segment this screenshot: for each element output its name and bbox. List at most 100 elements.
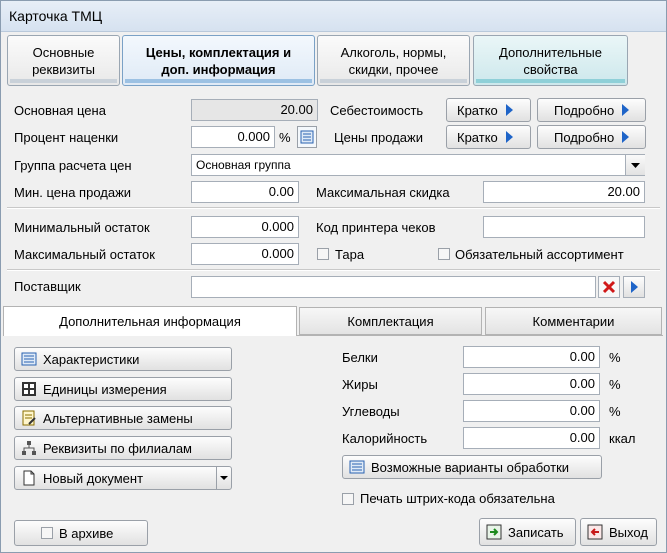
tab-label-line1: Цены, комплектация и [145, 44, 292, 60]
price-group-select[interactable]: Основная группа [191, 154, 645, 176]
document-edit-icon [22, 410, 36, 426]
hierarchy-icon [22, 441, 36, 455]
arrow-right-icon [622, 104, 630, 116]
nutrition-unit: % [609, 377, 621, 392]
cost-label: Себестоимость [330, 103, 424, 118]
list-icon [300, 130, 314, 144]
units-button[interactable]: Единицы измерения [14, 377, 232, 401]
printer-code-field[interactable] [483, 216, 645, 238]
tab-prices[interactable]: Цены, комплектация и доп. информация [122, 35, 315, 86]
button-label: Единицы измерения [43, 381, 167, 397]
min-stock-label: Минимальный остаток [14, 220, 150, 235]
tab-bundling[interactable]: Комплектация [299, 307, 482, 335]
markup-field[interactable]: 0.000 [191, 126, 275, 148]
sale-detail-button[interactable]: Подробно [537, 125, 646, 149]
tab-label-line2: скидки, прочее [348, 61, 439, 77]
tab-label: Дополнительная информация [59, 314, 241, 329]
carbs-field[interactable]: 0.00 [463, 400, 600, 422]
tab-label-line2: реквизиты [32, 61, 95, 77]
branch-details-button[interactable]: Реквизиты по филиалам [14, 436, 232, 460]
button-label: Возможные варианты обработки [371, 459, 570, 475]
tab-basic-details[interactable]: Основные реквизиты [7, 35, 120, 86]
new-document-dropdown-button[interactable] [216, 466, 232, 490]
button-label: Характеристики [43, 351, 140, 367]
new-document-button[interactable]: Новый документ [14, 466, 217, 490]
arrow-right-icon [631, 281, 638, 293]
processing-options-button[interactable]: Возможные варианты обработки [342, 455, 602, 479]
archive-checkbox[interactable] [41, 527, 53, 539]
tare-checkbox[interactable] [317, 248, 329, 260]
max-discount-label: Максимальная скидка [316, 185, 450, 200]
protein-field[interactable]: 0.00 [463, 346, 600, 368]
divider [7, 207, 660, 209]
price-group-dropdown-button[interactable] [625, 155, 645, 175]
tab-label: Комплектация [347, 313, 434, 329]
tab-comments[interactable]: Комментарии [485, 307, 662, 335]
nutrition-label: Калорийность [342, 431, 428, 446]
tab-label-line1: Алкоголь, нормы, [340, 44, 447, 60]
button-label: Альтернативные замены [43, 410, 193, 426]
tab-label-line2: доп. информация [161, 61, 276, 77]
markup-table-button[interactable] [297, 126, 317, 148]
alternatives-button[interactable]: Альтернативные замены [14, 406, 232, 430]
tab-alcohol[interactable]: Алкоголь, нормы, скидки, прочее [317, 35, 470, 86]
min-price-field[interactable]: 0.00 [191, 181, 299, 203]
barcode-print-label: Печать штрих-кода обязательна [360, 491, 555, 506]
characteristics-button[interactable]: Характеристики [14, 347, 232, 371]
archive-label: В архиве [59, 525, 114, 541]
supplier-field[interactable] [191, 276, 596, 298]
tab-label-line1: Основные [32, 44, 95, 60]
nutrition-unit: ккал [609, 431, 636, 446]
printer-code-label: Код принтера чеков [316, 220, 436, 235]
supplier-label: Поставщик [14, 279, 81, 294]
barcode-print-checkbox[interactable] [342, 493, 354, 505]
chevron-down-icon [220, 476, 228, 480]
max-discount-field[interactable]: 20.00 [483, 181, 645, 203]
base-price-field: 20.00 [191, 99, 318, 121]
chevron-down-icon [631, 163, 640, 168]
sale-prices-label: Цены продажи [334, 130, 423, 145]
select-supplier-button[interactable] [623, 276, 645, 298]
cost-brief-button[interactable]: Кратко [446, 98, 531, 122]
calories-field[interactable]: 0.00 [463, 427, 600, 449]
base-price-label: Основная цена [14, 103, 106, 118]
button-label: Записать [508, 524, 564, 540]
cost-detail-button[interactable]: Подробно [537, 98, 646, 122]
divider [7, 269, 660, 271]
item-card-window: Карточка ТМЦ Основные реквизиты Цены, ком… [0, 0, 667, 553]
exit-button[interactable]: Выход [580, 518, 657, 546]
max-stock-field[interactable]: 0.000 [191, 243, 299, 265]
save-button[interactable]: Записать [479, 518, 576, 546]
tab-additional-info[interactable]: Дополнительная информация [3, 306, 297, 336]
tab-label-line2: свойства [523, 61, 578, 77]
button-label: Кратко [457, 102, 498, 118]
price-group-label: Группа расчета цен [14, 158, 132, 173]
nutrition-label: Белки [342, 350, 378, 365]
sale-brief-button[interactable]: Кратко [446, 125, 531, 149]
title-bar: Карточка ТМЦ [1, 1, 666, 32]
arrow-right-icon [505, 131, 513, 143]
button-label: Кратко [457, 129, 498, 145]
markup-unit: % [279, 130, 291, 145]
fat-field[interactable]: 0.00 [463, 373, 600, 395]
button-label: Подробно [554, 129, 615, 145]
tab-additional-properties[interactable]: Дополнительные свойства [473, 35, 628, 86]
mandatory-assortment-checkbox[interactable] [438, 248, 450, 260]
arrow-right-icon [622, 131, 630, 143]
max-stock-label: Максимальный остаток [14, 247, 155, 262]
min-stock-field[interactable]: 0.000 [191, 216, 299, 238]
mandatory-assortment-label: Обязательный ассортимент [455, 247, 624, 262]
document-icon [23, 470, 35, 486]
close-icon [602, 280, 616, 294]
arrow-right-icon [505, 104, 513, 116]
calculator-icon [22, 382, 36, 396]
button-label: Выход [609, 524, 648, 540]
list-icon [349, 460, 365, 474]
clear-supplier-button[interactable] [598, 276, 620, 298]
save-icon [486, 524, 502, 540]
nutrition-label: Углеводы [342, 404, 400, 419]
tare-label: Тара [335, 247, 365, 262]
nutrition-label: Жиры [342, 377, 378, 392]
exit-icon [587, 524, 603, 540]
archive-toggle[interactable]: В архиве [14, 520, 148, 546]
